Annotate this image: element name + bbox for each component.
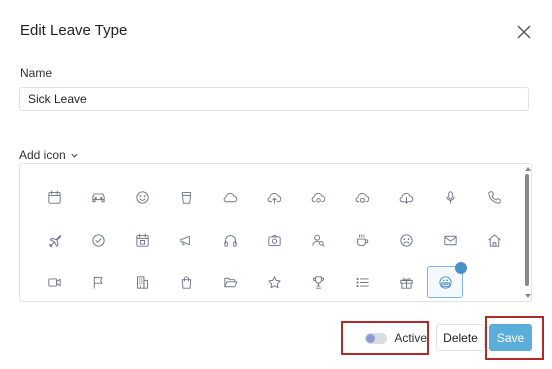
cloud-plus-icon[interactable] [346, 181, 378, 213]
icon-grid [20, 164, 510, 301]
flag-icon[interactable] [82, 266, 114, 298]
save-button[interactable]: Save [489, 324, 532, 351]
car-icon[interactable] [82, 181, 114, 213]
add-icon-label: Add icon [19, 148, 66, 162]
list-icon[interactable] [346, 266, 378, 298]
scroll-up-arrow-icon[interactable] [525, 167, 531, 171]
chevron-down-icon [71, 153, 78, 158]
name-label: Name [20, 66, 53, 80]
smile-icon[interactable] [126, 181, 158, 213]
calendar-badge-icon[interactable] [126, 224, 158, 256]
add-icon-dropdown[interactable]: Add icon [19, 148, 79, 162]
shopping-bag-icon[interactable] [170, 266, 202, 298]
cloud-icon[interactable] [214, 181, 246, 213]
trophy-icon[interactable] [302, 266, 334, 298]
headphones-icon[interactable] [214, 224, 246, 256]
gift-icon[interactable] [390, 266, 422, 298]
calendar-icon[interactable] [38, 181, 70, 213]
cloud-download-icon[interactable] [390, 181, 422, 213]
selected-check-icon [455, 262, 467, 274]
dialog-title: Edit Leave Type [20, 22, 128, 39]
active-toggle[interactable] [365, 332, 388, 344]
video-icon[interactable] [38, 266, 70, 298]
cup-icon[interactable] [170, 181, 202, 213]
sad-face-icon[interactable] [390, 224, 422, 256]
mail-icon[interactable] [434, 224, 466, 256]
face-mask-icon[interactable] [427, 262, 467, 298]
megaphone-icon[interactable] [170, 224, 202, 256]
check-circle-icon[interactable] [82, 224, 114, 256]
cloud-sync-icon[interactable] [302, 181, 334, 213]
scrollbar-thumb[interactable] [525, 174, 529, 286]
active-toggle-group: Active [341, 321, 429, 355]
name-input[interactable] [19, 87, 529, 111]
coffee-icon[interactable] [346, 224, 378, 256]
user-search-icon[interactable] [302, 224, 334, 256]
building-icon[interactable] [126, 266, 158, 298]
camera-icon[interactable] [258, 224, 290, 256]
microphone-icon[interactable] [434, 181, 466, 213]
home-icon[interactable] [478, 224, 510, 256]
active-label: Active [394, 331, 427, 345]
folder-open-icon[interactable] [214, 266, 246, 298]
airplane-icon[interactable] [38, 224, 70, 256]
icon-picker-panel [19, 163, 532, 302]
scroll-down-arrow-icon[interactable] [525, 294, 531, 298]
toggle-knob [366, 333, 375, 343]
delete-button[interactable]: Delete [436, 324, 485, 351]
phone-icon[interactable] [478, 181, 510, 213]
cloud-upload-icon[interactable] [258, 181, 290, 213]
star-icon[interactable] [258, 266, 290, 298]
close-icon[interactable] [516, 24, 532, 40]
icon-panel-scrollbar[interactable] [523, 164, 532, 301]
